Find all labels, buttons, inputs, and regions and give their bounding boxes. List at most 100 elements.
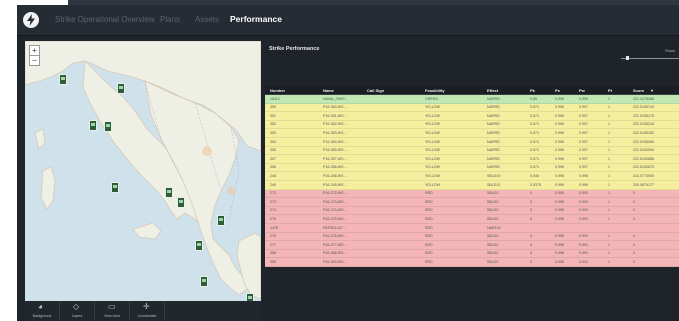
view-area-tool-label: View Area [104, 314, 120, 318]
cell-feasibility: YELLOW [425, 182, 440, 187]
cell-ps: 0.996 [555, 234, 564, 239]
table-row[interactable]: 359 P16-359-WS... RED SBLD2 0 0.996 0.991 1 0 [265, 258, 679, 267]
table-row[interactable]: 1476 PATROL107... RED NAR104 [265, 224, 679, 233]
cell-pw: 0.991 [579, 208, 588, 213]
map-toolbar: ◕ Background ◇ Layers ▭ View Area ✛ Coor… [25, 301, 261, 321]
cell-name: P16-352-WS... [323, 122, 347, 127]
col-call-sign[interactable]: Call Sign [367, 88, 384, 93]
map-asset-marker[interactable] [177, 197, 185, 208]
cell-ps: 0.996 [555, 199, 564, 204]
cell-effect: SBLD10 [487, 173, 501, 178]
cell-ps: 0.996 [555, 122, 564, 127]
col-pt[interactable]: Pt [608, 88, 612, 93]
table-row[interactable]: 276 P16-276-WS... RED SBLD2 0 0.996 0.991 1 0 [265, 232, 679, 242]
cell-number: 272 [270, 191, 276, 196]
table-row[interactable]: 355 P16-355-WS... YELLOW NARRG 0.571 0.996 0.9… [265, 146, 679, 156]
cell-effect: SBLD2 [487, 199, 499, 204]
col-pk[interactable]: Pk [530, 88, 535, 93]
view-area-tool[interactable]: ▭ View Area [95, 301, 130, 321]
table-row[interactable]: 275 P16-275-WS... RED SBLD2 0 0.996 0.991 1 0 [265, 215, 679, 224]
map-asset-marker[interactable] [200, 276, 208, 287]
table-row[interactable]: 357 P16-357-WS... YELLOW NARRG 0.571 0.996 0.9… [265, 155, 679, 164]
cell-effect: SBLD2 [487, 191, 499, 196]
cell-pk: 0 [530, 234, 532, 239]
map-asset-marker[interactable] [165, 187, 173, 198]
nav-plans[interactable]: Plans [160, 15, 180, 24]
map-asset-marker[interactable] [111, 182, 119, 193]
map-view[interactable]: + − [25, 41, 261, 301]
cell-name: P16-351-WS... [323, 113, 347, 118]
cell-ps: 0.996 [555, 208, 564, 213]
table-row[interactable]: 249 P16-249-WS... YELLOW SBLD10 0.5375 0.996 0… [265, 181, 679, 190]
col-feasibility[interactable]: Feasibility [425, 88, 445, 93]
map-asset-marker[interactable] [195, 240, 203, 251]
app-logo[interactable] [23, 12, 39, 28]
show-slider-handle[interactable] [626, 56, 629, 60]
cell-pk: 0.85 [530, 96, 537, 101]
cell-score: 214.0773900 [633, 173, 654, 178]
cell-score: 0 [633, 251, 635, 256]
table-row[interactable]: 272 P16-272-WS... RED SBLD2 0 0.996 0.991 1 0 [265, 189, 679, 199]
cell-feasibility: YELLOW [425, 130, 440, 135]
cell-pk: 0.571 [530, 139, 539, 144]
table-row[interactable]: 353 P16-353-WS... YELLOW NARRG 0.571 0.996 0.9… [265, 129, 679, 138]
show-slider-track[interactable] [621, 58, 679, 59]
zoom-out-button[interactable]: − [30, 55, 39, 65]
map-asset-marker[interactable] [59, 74, 67, 85]
background-tool[interactable]: ◕ Background [25, 301, 60, 321]
layers-tool[interactable]: ◇ Layers [60, 301, 95, 321]
table-row[interactable]: 350 P16-350-WS... YELLOW NARRG 0.571 0.996 0.9… [265, 103, 679, 113]
cell-score: 0 [633, 199, 635, 204]
cell-pw: 0.999 [579, 96, 588, 101]
col-effect[interactable]: Effect [487, 88, 498, 93]
cell-name: NAVAL_SHIP... [323, 96, 348, 101]
cell-pk: 0 [530, 216, 532, 221]
table-row[interactable]: 351 P16-351-WS... YELLOW NARRG 0.571 0.996 0.9… [265, 112, 679, 121]
cell-pt: 1 [608, 199, 610, 204]
cell-number: 357 [270, 156, 276, 161]
cell-number: 273 [270, 199, 276, 204]
cell-score: 222.5155744 [633, 105, 654, 110]
table-row[interactable]: 16112 NAVAL_SHIP... GREEN NARRG 0.85 0.996 0.9… [265, 95, 679, 104]
table-row[interactable]: 356 P16-356-WS... YELLOW NARRG 0.571 0.996 0.9… [265, 163, 679, 173]
cell-pt: 1 [608, 251, 610, 256]
map-asset-marker[interactable] [117, 83, 125, 94]
table-row[interactable]: 274 P16-274-WS... RED SBLD2 0 0.996 0.991 1 0 [265, 206, 679, 216]
cell-feasibility: RED [425, 234, 433, 239]
cell-score: 0 [633, 208, 635, 213]
coordinates-tool[interactable]: ✛ Coordinates [130, 301, 165, 321]
col-score[interactable]: Score [633, 88, 644, 93]
col-ps[interactable]: Ps [555, 88, 560, 93]
map-asset-marker[interactable] [246, 293, 254, 301]
table-row[interactable]: 248 P16-248-WS... YELLOW SBLD10 0.546 0.996 0.… [265, 172, 679, 181]
cell-effect: SBLD2 [487, 216, 499, 221]
cell-effect: NARRG [487, 156, 500, 161]
col-number[interactable]: Number [270, 88, 285, 93]
nav-strike-operational-overview[interactable]: Strike Operational Overview [55, 15, 155, 24]
cell-pk: 0.571 [530, 148, 539, 153]
nav-performance[interactable]: Performance [230, 14, 282, 24]
sort-desc-icon[interactable]: ▾ [651, 88, 653, 93]
cell-number: 356 [270, 165, 276, 170]
cell-pk: 0 [530, 251, 532, 256]
col-pw[interactable]: Pw [579, 88, 585, 93]
globe-icon: ◕ [38, 302, 43, 311]
zoom-in-button[interactable]: + [30, 46, 39, 55]
cell-number: 276 [270, 234, 276, 239]
nav-assets[interactable]: Assets [195, 15, 219, 24]
cell-feasibility: RED [425, 259, 433, 264]
col-name[interactable]: Name [323, 88, 334, 93]
table-row[interactable]: 354 P16-354-WS... YELLOW NARRG 0.571 0.996 0.9… [265, 138, 679, 147]
map-asset-marker[interactable] [104, 121, 112, 132]
table-row[interactable]: 277 P16-277-WS... RED SBLD2 0 0.996 0.991 1 0 [265, 241, 679, 250]
cell-pt: 1 [608, 122, 610, 127]
cell-pw: 0.997 [579, 130, 588, 135]
cell-pt: 1 [608, 208, 610, 213]
table-row[interactable]: 273 P16-273-WS... RED SBLD2 0 0.996 0.991 1 0 [265, 198, 679, 207]
map-asset-marker[interactable] [217, 215, 225, 226]
table-row[interactable]: 358 P16-358-WS... RED SBLD2 0 0.996 0.991 1 0 [265, 249, 679, 259]
table-row[interactable]: 352 P16-352-WS... YELLOW NARRG 0.571 0.996 0.9… [265, 120, 679, 130]
cell-pt: 1 [608, 165, 610, 170]
cell-score: 222.5154858 [633, 156, 654, 161]
map-asset-marker[interactable] [89, 120, 97, 131]
